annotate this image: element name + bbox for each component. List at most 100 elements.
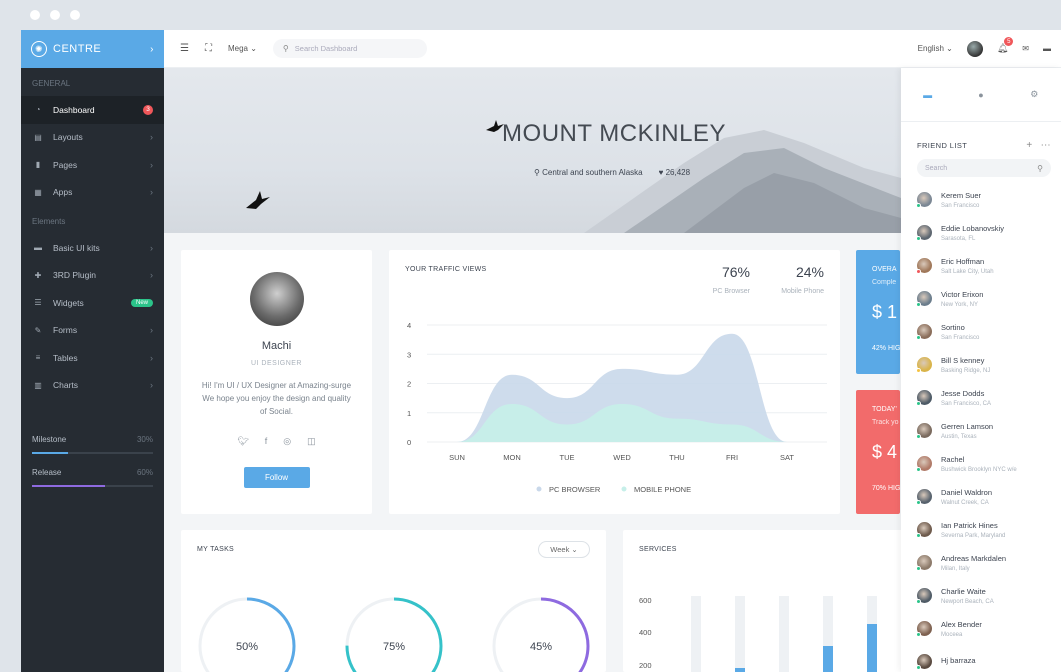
friend-text: Alex Bender Moceea (941, 620, 982, 638)
sidebar-item[interactable]: ✚ 3RD Plugin › (21, 262, 164, 290)
chat-tab-icon[interactable]: ▬ (901, 90, 954, 100)
sidebar-item[interactable]: ≡ Tables › (21, 344, 164, 372)
brand-bar[interactable]: ✺ CENTRE › (21, 30, 164, 68)
friend-item[interactable]: Jesse Dodds San Francisco, CA (901, 381, 1061, 414)
friend-text: Gerren Lamson Austin, Texas (941, 422, 993, 440)
progress-track (32, 452, 153, 454)
user-avatar[interactable] (966, 40, 983, 57)
general-nav: ◔ Dashboard 3 ▤ Layouts › ▮ Pages › ▦ Apps › (21, 96, 164, 206)
dribbble-icon[interactable]: ◎ (283, 436, 291, 447)
sidebar-item[interactable]: ▥ Charts › (21, 372, 164, 400)
sidebar-item[interactable]: ◔ Dashboard 3 (21, 96, 164, 124)
sidebar-item-label: Tables (53, 352, 78, 363)
location: ⚲ Central and southern Alaska (534, 168, 643, 177)
friend-item[interactable]: Hj barraza (901, 645, 1061, 672)
progress-item: Release 60% (21, 468, 164, 487)
friend-name: Jesse Dodds (941, 388, 985, 398)
status-dot (916, 269, 921, 274)
friend-item[interactable]: Alex Bender Moceea (901, 612, 1061, 645)
window-dot[interactable] (50, 10, 60, 20)
friend-item[interactable]: Ian Patrick Hines Severna Park, Maryland (901, 513, 1061, 546)
panel-tabs: ▬ ● ⚙ (901, 68, 1061, 122)
settings-tab-icon[interactable]: ⚙ (1008, 89, 1061, 100)
charts-icon: ▥ (34, 380, 42, 390)
bar (735, 668, 745, 672)
friend-avatar (916, 225, 932, 241)
friend-name: Ian Patrick Hines (941, 520, 998, 530)
progress-track (32, 485, 153, 487)
friend-item[interactable]: Gerren Lamson Austin, Texas (901, 414, 1061, 447)
friend-item[interactable]: Eric Hoffman Salt Lake City, Utah (901, 249, 1061, 282)
friend-text: Sortino San Francisco (941, 323, 979, 341)
tasks-card: MY TASKS Week ⌄ 50% 75% 45% (181, 530, 606, 672)
bar (823, 646, 833, 672)
friend-avatar (916, 522, 932, 538)
sidebar-item[interactable]: ▦ Apps › (21, 179, 164, 207)
chat-icon[interactable]: ▬ (1043, 44, 1051, 53)
y-tick-label: 2 (407, 380, 411, 389)
mega-menu[interactable]: Mega ⌄ (228, 44, 257, 53)
bell-icon[interactable]: 🔔︎ 5 (997, 37, 1014, 54)
sidebar-item[interactable]: ☰ Widgets New (21, 289, 164, 317)
status-dot (916, 401, 921, 406)
friend-item[interactable]: Charlie Waite Newport Beach, CA (901, 579, 1061, 612)
add-icon[interactable]: + (1026, 140, 1032, 151)
facebook-icon[interactable]: f (265, 436, 268, 447)
progress-row: Release 60% (32, 468, 153, 477)
friend-search-input[interactable]: Search ⚲ (917, 159, 1051, 177)
section-title-elements: Elements (32, 217, 66, 226)
sidebar-item[interactable]: ▬ Basic UI kits › (21, 234, 164, 262)
twitter-icon[interactable]: 🐦︎ (237, 436, 248, 447)
top-bar: ☰ ⛶ Mega ⌄ ⚲ Search Dashboard English ⌄ … (164, 30, 1061, 68)
today-title: TODAY' (872, 406, 897, 413)
sidebar-item[interactable]: ✎ Forms › (21, 317, 164, 345)
profile-avatar (249, 272, 304, 326)
friend-item[interactable]: Bill S kenney Basking Ridge, NJ (901, 348, 1061, 381)
friend-list: Kerem Suer San Francisco Eddie Lobanovskiy… (901, 183, 1061, 672)
x-tick-label: WED (613, 453, 631, 462)
more-icon[interactable]: ⋯ (1041, 140, 1051, 151)
friend-item[interactable]: Daniel Waldron Walnut Creek, CA (901, 480, 1061, 513)
chevron-right-icon: › (150, 187, 153, 198)
mail-icon[interactable]: ✉ (1022, 44, 1029, 53)
chevron-right-icon: › (150, 242, 153, 253)
friend-item[interactable]: Rachel Bushwick Brooklyn NYC w/e (901, 447, 1061, 480)
today-card: TODAY' Track yo $ 4 70% HIG (856, 390, 900, 514)
forms-icon: ✎ (34, 325, 42, 335)
y-tick-label: 3 (407, 350, 411, 359)
friend-location: Newport Beach, CA (941, 598, 994, 605)
chevron-right-icon[interactable]: › (150, 44, 154, 55)
ring-progress (198, 597, 296, 672)
friend-item[interactable]: Sortino San Francisco (901, 315, 1061, 348)
follow-button[interactable]: Follow (243, 467, 310, 488)
user-tab-icon[interactable]: ● (954, 90, 1007, 100)
friend-avatar (916, 654, 932, 670)
menu-icon[interactable]: ☰ (180, 43, 189, 54)
window-dot[interactable] (70, 10, 80, 20)
friend-item[interactable]: Kerem Suer San Francisco (901, 183, 1061, 216)
friend-item[interactable]: Victor Erixon New York, NY (901, 282, 1061, 315)
legend-label: PC BROWSER (549, 485, 601, 494)
friend-text: Jesse Dodds San Francisco, CA (941, 389, 991, 407)
language-select[interactable]: English ⌄ (918, 44, 953, 53)
sidebar-item[interactable]: ▮ Pages › (21, 151, 164, 179)
status-dot (916, 632, 921, 637)
friend-item[interactable]: Eddie Lobanovskiy Sarasota, FL (901, 216, 1061, 249)
friend-avatar (916, 489, 932, 505)
likes[interactable]: ♥ 26,428 (659, 168, 690, 177)
status-dot (916, 599, 921, 604)
mega-label: Mega (227, 44, 248, 53)
sidebar-item-label: Apps (53, 187, 73, 198)
friend-item[interactable]: Andreas Markdalen Milan, Italy (901, 546, 1061, 579)
search-input[interactable]: ⚲ Search Dashboard (272, 39, 427, 58)
fullscreen-icon[interactable]: ⛶ (205, 43, 212, 54)
profile-bio: Hi! I'm UI / UX Designer at Amazing-surg… (201, 381, 352, 416)
brain-logo-icon: ✺ (31, 41, 47, 57)
friend-list-title: FRIEND LIST (917, 141, 968, 150)
instagram-icon[interactable]: ◫ (307, 436, 316, 447)
friend-text: Ian Patrick Hines Severna Park, Maryland (941, 521, 1005, 539)
window-dot[interactable] (30, 10, 40, 20)
friend-text: Bill S kenney Basking Ridge, NJ (941, 356, 990, 374)
hero-banner: MOUNT MCKINLEY ⚲ Central and southern Al… (164, 68, 901, 233)
sidebar-item[interactable]: ▤ Layouts › (21, 124, 164, 152)
